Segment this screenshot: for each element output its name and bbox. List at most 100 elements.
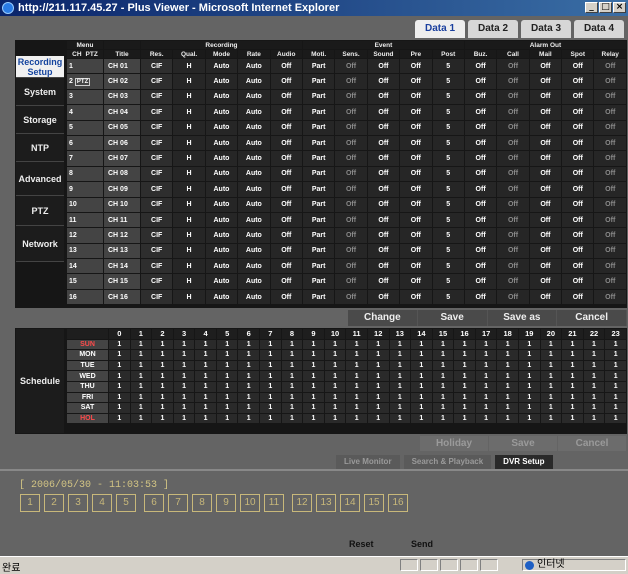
setting-cell[interactable]: Off	[367, 243, 400, 259]
schedule-cell[interactable]: 1	[324, 403, 346, 413]
setting-cell[interactable]: CIF	[141, 89, 173, 105]
channel-title-field[interactable]: CH 01	[104, 59, 140, 74]
schedule-cell[interactable]: 1	[367, 403, 389, 413]
schedule-cell[interactable]: 1	[303, 381, 324, 392]
setting-cell[interactable]: Off	[335, 243, 367, 259]
setting-cell[interactable]: Off	[464, 228, 497, 243]
channel-number[interactable]: 10	[67, 197, 103, 212]
schedule-cell[interactable]: 1	[518, 350, 540, 360]
bottom-tab-2[interactable]: Search & Playback	[403, 455, 492, 469]
schedule-cell[interactable]: 1	[260, 350, 281, 360]
setting-cell[interactable]: Off	[594, 289, 626, 305]
camera-button-11[interactable]: 11	[264, 494, 284, 512]
setting-cell[interactable]: Off	[594, 166, 626, 182]
setting-cell[interactable]: H	[173, 120, 205, 135]
schedule-cell[interactable]: 1	[195, 413, 216, 424]
schedule-cell[interactable]: 1	[454, 350, 475, 360]
channel-number[interactable]: 13	[67, 243, 103, 259]
setting-cell[interactable]: Off	[562, 182, 594, 197]
schedule-cell[interactable]: 1	[497, 339, 518, 350]
tab-data-1[interactable]: Data 1	[415, 20, 465, 38]
schedule-cell[interactable]: 1	[260, 339, 281, 350]
setting-cell[interactable]: Off	[594, 182, 626, 197]
schedule-cell[interactable]: 1	[389, 339, 411, 350]
channel-number[interactable]: 3	[67, 89, 103, 105]
schedule-cell[interactable]: 1	[281, 339, 303, 350]
setting-cell[interactable]: CIF	[141, 74, 173, 89]
setting-cell[interactable]: 5	[432, 259, 464, 274]
schedule-cell[interactable]: 1	[303, 360, 324, 371]
schedule-cell[interactable]: 1	[260, 371, 281, 381]
schedule-cell[interactable]: 1	[454, 360, 475, 371]
schedule-cell[interactable]: 1	[238, 392, 260, 403]
setting-cell[interactable]: Off	[529, 151, 562, 166]
setting-cell[interactable]: H	[173, 59, 205, 74]
channel-title-field[interactable]: CH 07	[104, 151, 140, 166]
setting-cell[interactable]: H	[173, 166, 205, 182]
setting-cell[interactable]: Off	[529, 289, 562, 305]
schedule-cell[interactable]: 1	[454, 403, 475, 413]
setting-cell[interactable]: Off	[400, 135, 432, 151]
schedule-cell[interactable]: 1	[367, 392, 389, 403]
schedule-cell[interactable]: 1	[540, 381, 562, 392]
schedule-cell[interactable]: 1	[216, 371, 238, 381]
schedule-cell[interactable]: 1	[411, 392, 432, 403]
schedule-cell[interactable]: 1	[281, 413, 303, 424]
setting-cell[interactable]: Auto	[238, 197, 270, 212]
schedule-cell[interactable]: 1	[324, 413, 346, 424]
schedule-cell[interactable]: 1	[540, 339, 562, 350]
schedule-cell[interactable]: 1	[109, 413, 130, 424]
setting-cell[interactable]: CIF	[141, 243, 173, 259]
schedule-cell[interactable]: 1	[346, 392, 367, 403]
schedule-cell[interactable]: 1	[324, 350, 346, 360]
setting-cell[interactable]: Part	[302, 135, 335, 151]
setting-cell[interactable]: Off	[529, 228, 562, 243]
change-button[interactable]: Change	[348, 310, 417, 326]
schedule-cell[interactable]: 1	[130, 413, 152, 424]
schedule-cell[interactable]: 1	[432, 392, 454, 403]
setting-cell[interactable]: CIF	[141, 228, 173, 243]
schedule-cell[interactable]: 1	[281, 392, 303, 403]
channel-title-field[interactable]: CH 05	[104, 120, 140, 135]
setting-cell[interactable]: Off	[464, 59, 497, 74]
setting-cell[interactable]: Off	[562, 243, 594, 259]
channel-number[interactable]: 14	[67, 259, 103, 274]
setting-cell[interactable]: Off	[497, 212, 529, 228]
schedule-cell[interactable]: 1	[411, 350, 432, 360]
setting-cell[interactable]: Off	[335, 212, 367, 228]
setting-cell[interactable]: CIF	[141, 274, 173, 289]
setting-cell[interactable]: Part	[302, 166, 335, 182]
setting-cell[interactable]: Off	[400, 151, 432, 166]
schedule-cell[interactable]: 1	[432, 371, 454, 381]
setting-cell[interactable]: Off	[367, 212, 400, 228]
channel-title-field[interactable]: CH 11	[104, 212, 140, 228]
schedule-cell[interactable]: 1	[562, 392, 583, 403]
setting-cell[interactable]: Off	[270, 182, 302, 197]
schedule-cell[interactable]: 1	[238, 360, 260, 371]
schedule-cell[interactable]: 1	[367, 371, 389, 381]
bottom-tab-1[interactable]: Live Monitor	[336, 455, 400, 469]
schedule-cell[interactable]: 1	[173, 350, 195, 360]
setting-cell[interactable]: Off	[464, 135, 497, 151]
minimize-button[interactable]: _	[585, 2, 598, 13]
schedule-cell[interactable]: 1	[303, 392, 324, 403]
setting-cell[interactable]: Off	[529, 74, 562, 89]
setting-cell[interactable]: Off	[400, 105, 432, 120]
channel-title-field[interactable]: CH 04	[104, 105, 140, 120]
nav-system[interactable]: System	[16, 78, 64, 106]
setting-cell[interactable]: Off	[335, 74, 367, 89]
schedule-cell[interactable]: 1	[173, 360, 195, 371]
setting-cell[interactable]: Off	[367, 151, 400, 166]
schedule-cell[interactable]: 1	[518, 403, 540, 413]
schedule-cell[interactable]: 1	[281, 360, 303, 371]
schedule-cell[interactable]: 1	[562, 339, 583, 350]
setting-cell[interactable]: 5	[432, 105, 464, 120]
setting-cell[interactable]: Off	[464, 289, 497, 305]
schedule-cell[interactable]: 1	[540, 403, 562, 413]
schedule-cell[interactable]: 1	[475, 371, 497, 381]
setting-cell[interactable]: Off	[270, 135, 302, 151]
schedule-cell[interactable]: 1	[583, 413, 605, 424]
setting-cell[interactable]: Part	[302, 197, 335, 212]
setting-cell[interactable]: Off	[497, 166, 529, 182]
setting-cell[interactable]: CIF	[141, 59, 173, 74]
